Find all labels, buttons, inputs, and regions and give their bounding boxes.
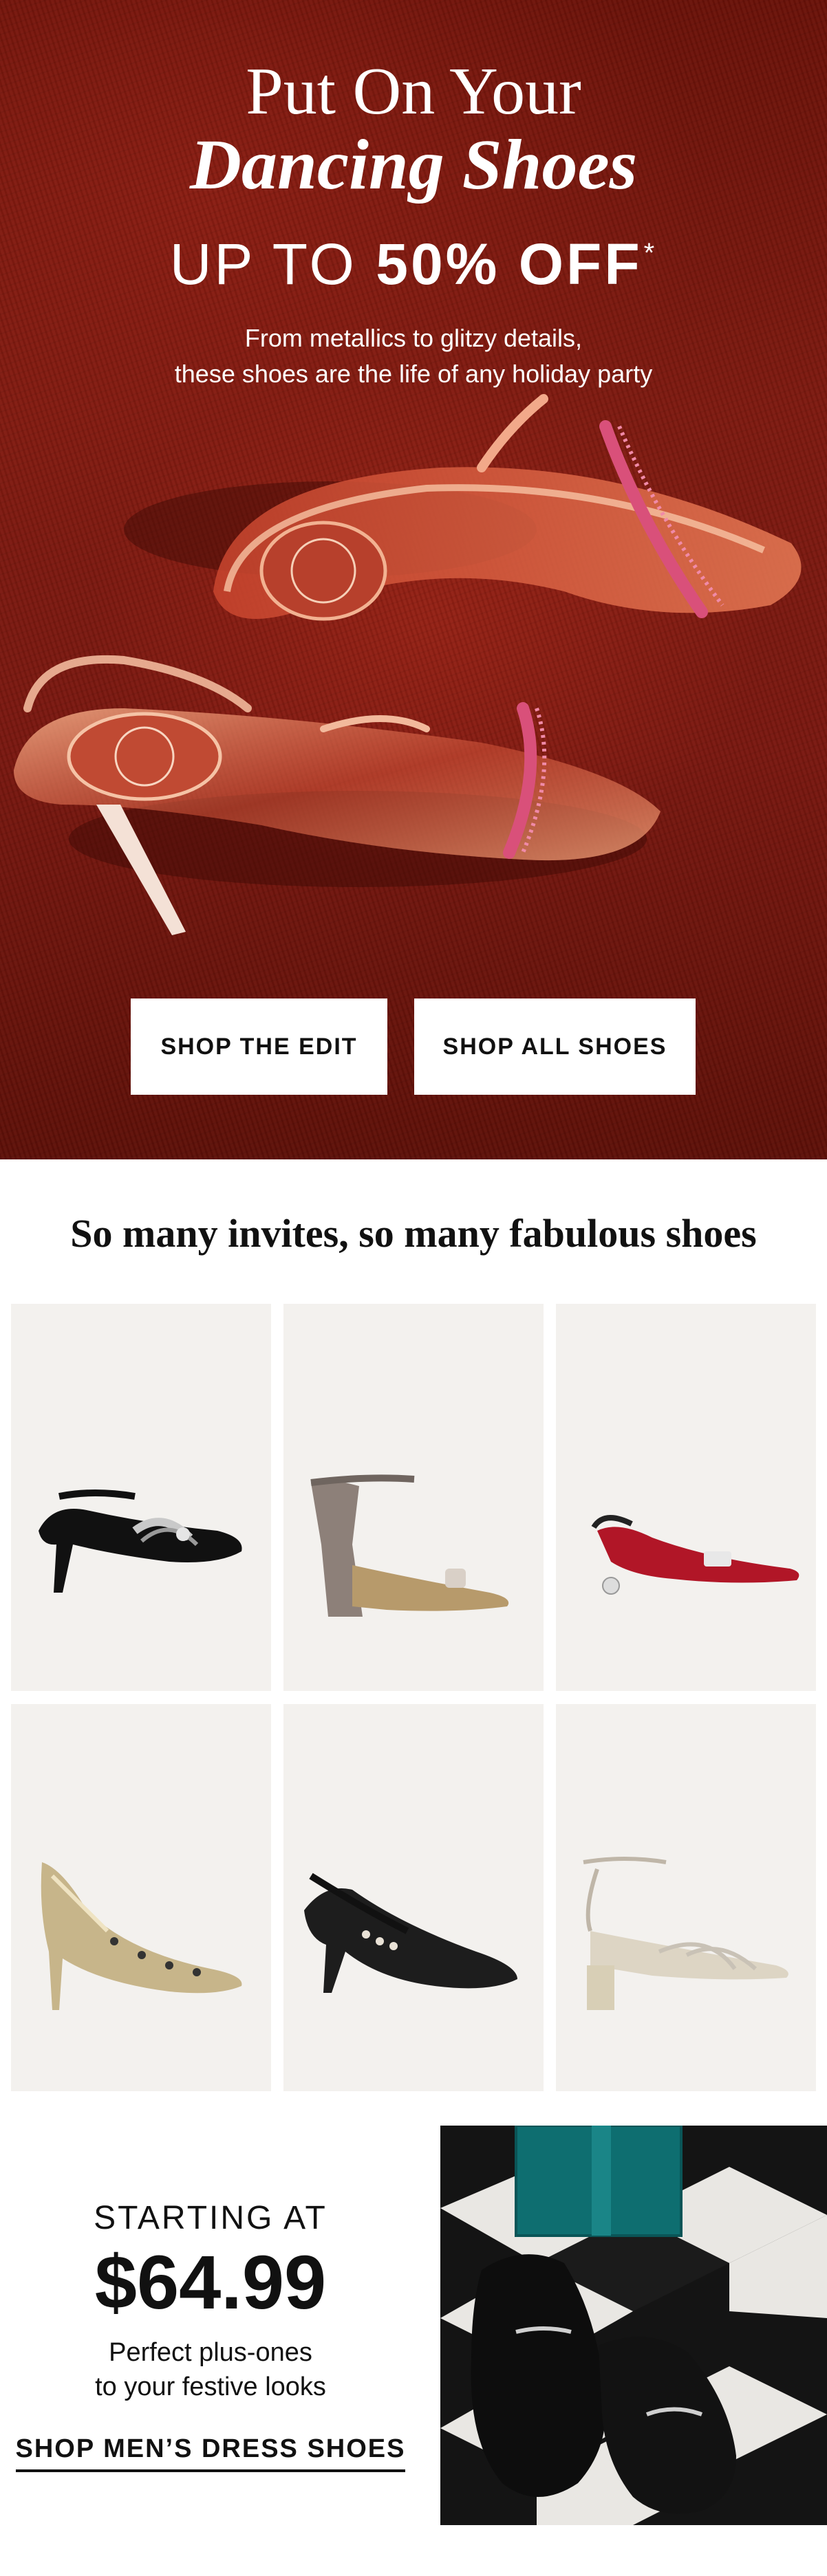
hero-subtitle-line1: From metallics to glitzy details, (244, 324, 583, 352)
offer-prefix: UP TO (169, 232, 376, 296)
mens-loafers-image[interactable] (440, 2126, 827, 2525)
grid-section-title: So many invites, so many fabulous shoes (70, 1211, 757, 1256)
hero-title-line1: Put On Your (246, 54, 581, 129)
red-slingback-image (591, 1515, 799, 1595)
black-mary-jane-image (304, 1873, 517, 1993)
offer-percent: 50% OFF (376, 232, 643, 296)
starting-price: $64.99 (94, 2240, 327, 2325)
product-tile-black-mary-jane[interactable] (283, 1704, 544, 2091)
mens-promo: STARTING AT $64.99 Perfect plus-ones to … (0, 2198, 421, 2472)
offer-disclaimer-mark: * (643, 238, 658, 268)
hero-offer: UP TO 50% OFF* (0, 220, 827, 297)
hero-banner[interactable]: Put On Your Dancing Shoes UP TO 50% OFF*… (0, 0, 827, 1159)
hero-heels-image (14, 394, 802, 935)
mens-tagline-line2: to your festive looks (95, 2372, 326, 2401)
mens-tagline: Perfect plus-ones to your festive looks (0, 2335, 421, 2404)
product-tile-glitter-block-sandal[interactable] (283, 1304, 544, 1691)
velvet-loafers-image (440, 2126, 827, 2525)
black-sandal-image (39, 1489, 242, 1593)
product-tile-red-slingback[interactable] (556, 1304, 816, 1691)
shop-all-shoes-button[interactable]: SHOP ALL SHOES (414, 998, 696, 1095)
silver-sandal-image (583, 1857, 788, 2010)
starting-at-label: STARTING AT (94, 2200, 327, 2236)
product-tile-silver-strappy-sandal[interactable] (556, 1704, 816, 2091)
gold-pump-image (41, 1862, 242, 2010)
glitter-sandal-image (310, 1474, 509, 1617)
product-tile-gold-studded-pump[interactable] (11, 1704, 271, 2091)
hero-subtitle-line2: these shoes are the life of any holiday … (174, 360, 653, 388)
mens-tagline-line1: Perfect plus-ones (109, 2338, 312, 2367)
hero-title-line2: Dancing Shoes (189, 125, 638, 204)
shop-mens-dress-shoes-link[interactable]: SHOP MEN’S DRESS SHOES (15, 2434, 406, 2472)
product-tile-black-crystal-sandal[interactable] (11, 1304, 271, 1691)
hero-subtitle: From metallics to glitzy details, these … (0, 320, 827, 392)
shop-the-edit-button[interactable]: SHOP THE EDIT (131, 998, 387, 1095)
